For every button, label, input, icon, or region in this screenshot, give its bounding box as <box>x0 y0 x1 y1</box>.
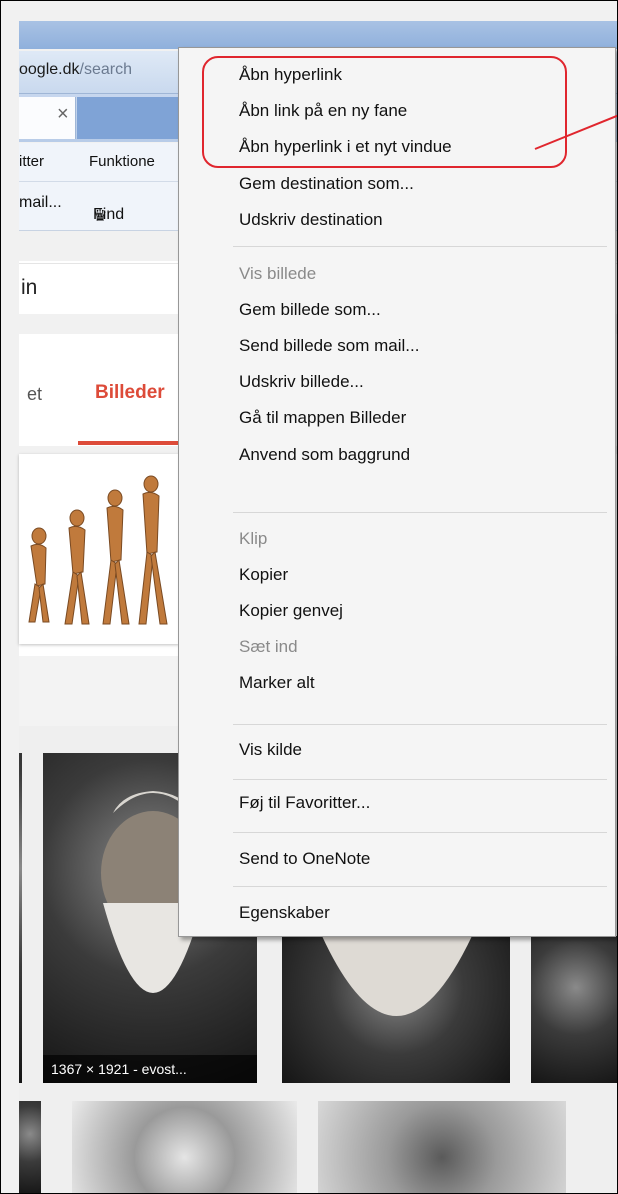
menu-item-print-picture[interactable]: Udskriv billede... <box>239 372 364 392</box>
favorite-mail[interactable]: mail... <box>19 194 62 212</box>
menu-item-favoritter[interactable]: itter <box>19 153 44 170</box>
favorite-find-label: Find <box>93 206 125 223</box>
menu-item-copy[interactable]: Kopier <box>239 565 288 585</box>
image-result[interactable] <box>19 1101 41 1193</box>
search-query-text: in <box>21 276 38 299</box>
screenshot-frame: oogle.dk/search × itter Funktione mail..… <box>0 0 618 1194</box>
menu-item-select-all[interactable]: Marker alt <box>239 673 315 693</box>
menu-item-properties[interactable]: Egenskaber <box>239 903 330 923</box>
browser-tab[interactable]: × <box>19 97 76 139</box>
menu-separator <box>233 246 607 247</box>
tab-close-icon[interactable]: × <box>57 103 69 126</box>
menu-separator <box>233 512 607 513</box>
portrait-image <box>322 936 472 1016</box>
menu-separator <box>233 886 607 887</box>
menu-item-send-to-onenote[interactable]: Send to OneNote <box>239 849 370 869</box>
menu-separator <box>233 779 607 780</box>
tab-nettet[interactable]: et <box>27 384 42 405</box>
menu-item-funktioner[interactable]: Funktione <box>89 153 155 170</box>
menu-separator <box>233 832 607 833</box>
menu-item-add-to-favorites[interactable]: Føj til Favoritter... <box>239 793 370 813</box>
menu-item-go-to-pictures[interactable]: Gå til mappen Billeder <box>239 408 406 428</box>
menu-item-save-target-as[interactable]: Gem destination som... <box>239 174 414 194</box>
evolution-image-card[interactable] <box>19 454 179 644</box>
image-result-darwin-3[interactable] <box>531 936 617 1083</box>
evolution-illustration <box>19 454 179 644</box>
menu-item-email-picture[interactable]: Send billede som mail... <box>239 336 419 356</box>
menu-separator <box>233 724 607 725</box>
window-titlebar <box>19 21 617 49</box>
image-result-darwin-5[interactable] <box>318 1101 566 1193</box>
menu-item-copy-shortcut[interactable]: Kopier genvej <box>239 601 343 621</box>
menu-item-view-source[interactable]: Vis kilde <box>239 740 302 760</box>
menu-item-paste: Sæt ind <box>239 637 298 656</box>
tab-billeder[interactable]: Billeder <box>95 382 165 404</box>
context-menu: Åbn hyperlink Åbn link på en ny fane Åbn… <box>178 47 616 937</box>
url-host: oogle.dk <box>19 61 80 78</box>
menu-item-cut: Klip <box>239 529 268 548</box>
menu-item-print-target[interactable]: Udskriv destination <box>239 210 383 230</box>
menu-item-set-as-background[interactable]: Anvend som baggrund <box>239 445 410 465</box>
menu-item-show-picture: Vis billede <box>239 264 317 283</box>
address-url[interactable]: oogle.dk/search <box>19 61 132 79</box>
image-result[interactable] <box>19 753 22 1083</box>
menu-item-save-picture-as[interactable]: Gem billede som... <box>239 300 381 320</box>
annotation-highlight-box <box>202 56 567 168</box>
image-caption: 1367 × 1921 - evost... <box>43 1055 257 1083</box>
active-tab-indicator <box>78 441 178 445</box>
image-result-darwin-4[interactable] <box>72 1101 297 1193</box>
new-tab-area[interactable] <box>77 97 179 139</box>
image-result-darwin-2[interactable] <box>282 936 510 1083</box>
image-caption-text: 1367 × 1921 - evost... <box>51 1061 187 1077</box>
url-path: /search <box>79 61 132 78</box>
